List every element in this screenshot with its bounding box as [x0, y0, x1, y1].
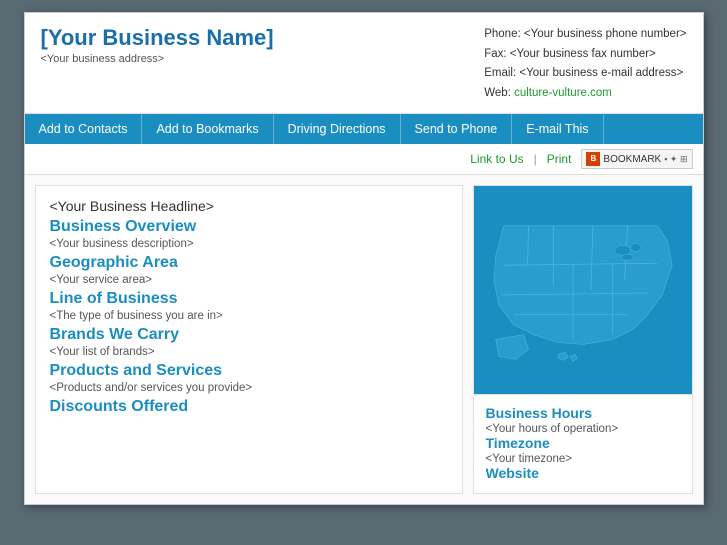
section-desc-business-overview: <Your business description>	[50, 238, 448, 250]
bookmark-label: BOOKMARK	[603, 154, 661, 165]
business-name: [Your Business Name]	[41, 25, 274, 51]
section-title-line-of-business: Line of Business	[50, 290, 448, 308]
web-label: Web:	[484, 87, 511, 99]
business-headline: <Your Business Headline>	[50, 198, 448, 214]
separator: |	[534, 152, 537, 166]
email-label: Email:	[484, 67, 516, 79]
right-desc-business-hours: <Your hours of operation>	[486, 423, 680, 435]
header: [Your Business Name] <Your business addr…	[25, 13, 703, 114]
nav-email-this[interactable]: E-mail This	[512, 114, 603, 144]
right-info: Business Hours <Your hours of operation>…	[473, 395, 693, 494]
email-value: <Your business e-mail address>	[519, 67, 683, 79]
us-map	[473, 185, 693, 395]
section-title-business-overview: Business Overview	[50, 218, 448, 236]
section-title-discounts: Discounts Offered	[50, 398, 448, 416]
section-business-hours: Business Hours <Your hours of operation>	[486, 405, 680, 435]
nav-send-to-phone[interactable]: Send to Phone	[401, 114, 513, 144]
section-title-geographic-area: Geographic Area	[50, 254, 448, 272]
bookmark-icons: ▪ ✦ ⊞	[664, 154, 687, 165]
right-desc-timezone: <Your timezone>	[486, 453, 680, 465]
section-desc-products: <Products and/or services you provide>	[50, 382, 448, 394]
section-line-of-business: Line of Business <The type of business y…	[50, 290, 448, 322]
navbar: Add to Contacts Add to Bookmarks Driving…	[25, 114, 703, 144]
section-discounts: Discounts Offered	[50, 398, 448, 416]
right-column: Business Hours <Your hours of operation>…	[473, 185, 693, 494]
nav-driving-directions[interactable]: Driving Directions	[274, 114, 401, 144]
bookmark-widget[interactable]: B BOOKMARK ▪ ✦ ⊞	[581, 149, 692, 169]
phone-value: <Your business phone number>	[524, 28, 687, 40]
print-link[interactable]: Print	[547, 152, 572, 166]
section-website: Website	[486, 465, 680, 481]
fax-value: <Your business fax number>	[510, 48, 656, 60]
nav-add-contacts[interactable]: Add to Contacts	[25, 114, 143, 144]
right-title-timezone: Timezone	[486, 435, 680, 451]
phone-label: Phone:	[484, 28, 520, 40]
business-address: <Your business address>	[41, 53, 274, 65]
bookmark-icon: B	[586, 152, 600, 166]
fax-info: Fax: <Your business fax number>	[484, 45, 686, 65]
header-right: Phone: <Your business phone number> Fax:…	[484, 25, 686, 103]
section-desc-line-of-business: <The type of business you are in>	[50, 310, 448, 322]
fax-label: Fax:	[484, 48, 506, 60]
right-title-business-hours: Business Hours	[486, 405, 680, 421]
section-title-brands: Brands We Carry	[50, 326, 448, 344]
section-desc-geographic-area: <Your service area>	[50, 274, 448, 286]
section-products: Products and Services <Products and/or s…	[50, 362, 448, 394]
section-timezone: Timezone <Your timezone>	[486, 435, 680, 465]
link-to-us[interactable]: Link to Us	[470, 152, 523, 166]
section-geographic-area: Geographic Area <Your service area>	[50, 254, 448, 286]
secondary-bar: Link to Us | Print B BOOKMARK ▪ ✦ ⊞	[25, 144, 703, 175]
right-title-website: Website	[486, 465, 680, 481]
map-svg	[474, 186, 692, 394]
section-business-overview: Business Overview <Your business descrip…	[50, 218, 448, 250]
left-column: <Your Business Headline> Business Overvi…	[35, 185, 463, 494]
web-info: Web: culture-vulture.com	[484, 84, 686, 104]
email-info: Email: <Your business e-mail address>	[484, 64, 686, 84]
section-desc-brands: <Your list of brands>	[50, 346, 448, 358]
section-title-products: Products and Services	[50, 362, 448, 380]
header-left: [Your Business Name] <Your business addr…	[41, 25, 274, 65]
app-window: [Your Business Name] <Your business addr…	[24, 12, 704, 505]
main-content: <Your Business Headline> Business Overvi…	[25, 175, 703, 504]
section-brands: Brands We Carry <Your list of brands>	[50, 326, 448, 358]
nav-add-bookmarks[interactable]: Add to Bookmarks	[142, 114, 273, 144]
web-link[interactable]: culture-vulture.com	[514, 87, 612, 99]
phone-info: Phone: <Your business phone number>	[484, 25, 686, 45]
